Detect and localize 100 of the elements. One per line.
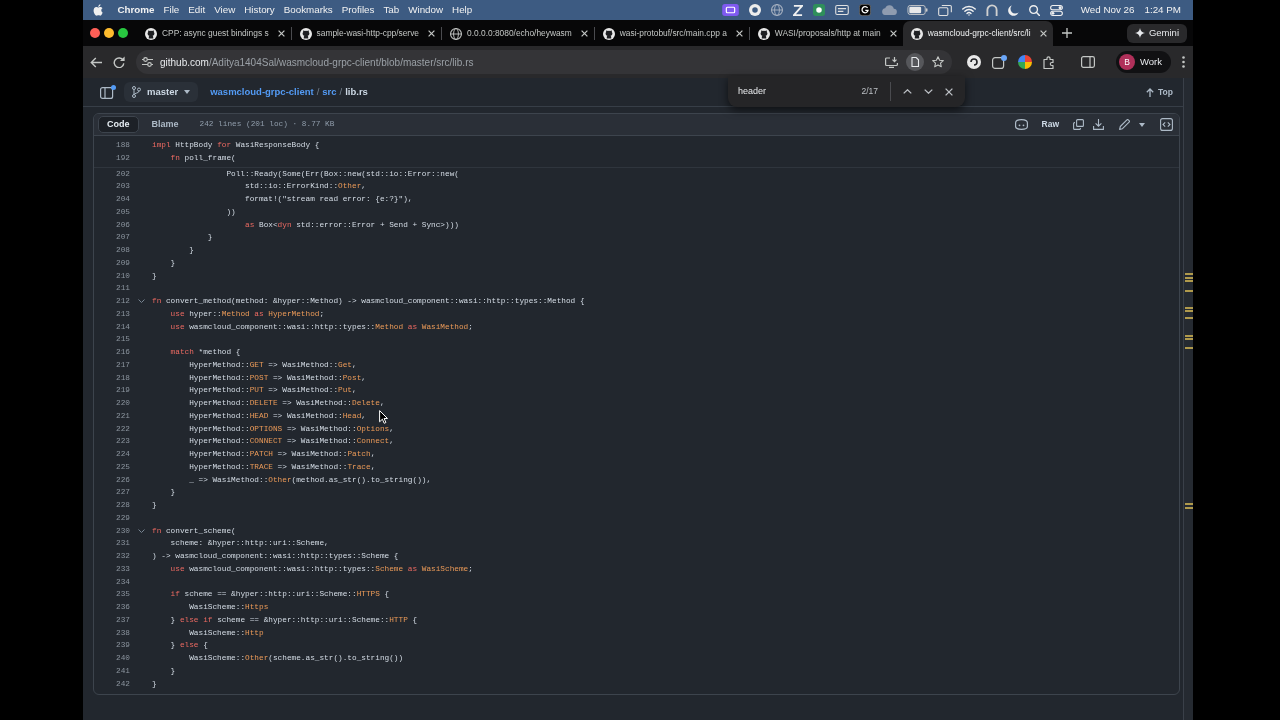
close-window-icon[interactable] <box>90 28 100 38</box>
download-icon[interactable] <box>1093 119 1104 130</box>
code-panel-icon[interactable] <box>1160 118 1173 131</box>
breadcrumb-separator: / <box>339 84 343 99</box>
caret-down-icon <box>184 90 191 94</box>
match-marker-icon <box>1185 503 1193 505</box>
menu-icon[interactable] <box>1182 56 1185 68</box>
branch-button[interactable]: master <box>124 82 199 102</box>
back-arrow-icon[interactable] <box>90 56 102 68</box>
match-count: 2/17 <box>861 85 878 98</box>
browser-tab[interactable]: sample-wasi-http-cpp/serve <box>291 21 441 46</box>
raw-button[interactable]: Raw <box>1036 116 1064 133</box>
ring-icon[interactable] <box>967 55 981 69</box>
favicon-icon <box>145 27 157 40</box>
close-icon[interactable] <box>277 30 285 37</box>
sidebar-icon[interactable] <box>100 85 116 99</box>
close-icon[interactable] <box>945 87 953 96</box>
app-menu[interactable]: Chrome <box>113 0 160 20</box>
install-icon[interactable] <box>885 56 898 68</box>
document-icon[interactable] <box>906 53 924 71</box>
color-wheel-icon[interactable] <box>1018 55 1032 69</box>
close-icon[interactable] <box>1039 30 1047 37</box>
arch-icon[interactable] <box>985 4 998 16</box>
cloud-icon[interactable] <box>880 5 897 15</box>
plus-icon[interactable] <box>1061 28 1072 38</box>
close-icon[interactable] <box>735 30 743 37</box>
caret-down-icon[interactable] <box>1139 122 1145 127</box>
breadcrumb-separator: / <box>316 84 320 99</box>
menu-item[interactable]: History <box>239 0 280 20</box>
window-icon[interactable] <box>834 5 849 15</box>
breadcrumb-link[interactable]: wasmcloud-grpc-client <box>210 84 314 100</box>
puzzle-icon[interactable] <box>1043 55 1056 69</box>
battery-icon[interactable] <box>906 5 928 15</box>
breadcrumb-link[interactable]: src <box>322 84 337 100</box>
file-name: lib.rs <box>345 84 368 99</box>
star-icon[interactable] <box>932 56 944 68</box>
close-icon[interactable] <box>580 30 588 37</box>
zigzag-icon[interactable] <box>792 4 803 16</box>
menu-item[interactable]: Edit <box>183 0 210 20</box>
reload-icon[interactable] <box>113 56 125 68</box>
windows-icon[interactable] <box>937 4 952 16</box>
sparkle-icon <box>1134 28 1145 38</box>
menu-item[interactable]: Bookmarks <box>279 0 338 20</box>
record-icon[interactable] <box>748 4 761 16</box>
badge-tile-icon[interactable] <box>992 55 1007 69</box>
toggles-icon[interactable] <box>1049 4 1063 16</box>
menu-item[interactable]: View <box>209 0 240 20</box>
chevron-up-icon[interactable] <box>903 89 912 94</box>
menu-item[interactable]: Help <box>447 0 477 20</box>
profile-button[interactable]: B Work <box>1116 51 1171 73</box>
favicon-icon <box>757 27 770 40</box>
match-marker-icon <box>1185 273 1193 275</box>
menu-item[interactable]: Window <box>403 0 448 20</box>
side-panel-icon[interactable] <box>1081 56 1095 68</box>
zoom-window-icon[interactable] <box>118 28 128 38</box>
match-marker-icon <box>1185 290 1193 292</box>
screen-share-icon[interactable] <box>721 4 739 16</box>
view-tab[interactable]: Code <box>98 116 139 133</box>
match-marker-icon <box>1185 507 1193 509</box>
gemini-button[interactable]: Gemini <box>1126 23 1187 43</box>
menu-item[interactable]: File <box>159 0 184 20</box>
match-marker-icon <box>1185 347 1193 349</box>
profile-avatar: B <box>1119 54 1135 70</box>
browser-tab[interactable]: 0.0.0.0:8080/echo/heywasm <box>442 21 594 46</box>
match-marker-icon <box>1185 317 1193 319</box>
apple-icon[interactable] <box>93 4 103 16</box>
favicon-icon <box>910 27 923 40</box>
close-icon[interactable] <box>428 30 435 37</box>
copilot-icon[interactable] <box>1014 119 1028 130</box>
browser-tab[interactable]: wasi-protobuf/src/main.cpp a <box>594 21 749 46</box>
find-field[interactable]: header <box>738 84 850 99</box>
arrow-up-icon <box>1146 87 1155 97</box>
globe-icon[interactable] <box>770 4 783 16</box>
address-bar[interactable]: github.com/Aditya1404Sal/wasmcloud-grpc-client/blob/master/src/lib.rs <box>136 50 952 74</box>
app-tile-icon[interactable] <box>812 4 825 16</box>
chevron-down-icon[interactable] <box>137 299 145 304</box>
clock-time: 1:24 PM <box>1144 2 1181 17</box>
clock-date: Wed Nov 26 <box>1080 2 1135 17</box>
moon-icon[interactable] <box>1007 4 1019 16</box>
browser-tab[interactable]: WASI/proposals/http at main <box>749 21 903 46</box>
close-icon[interactable] <box>889 30 897 37</box>
favicon-icon <box>602 27 615 40</box>
chevron-down-icon[interactable] <box>137 528 145 533</box>
pencil-icon[interactable] <box>1119 119 1130 130</box>
tune-icon[interactable] <box>142 57 153 67</box>
mouse-pointer-icon <box>379 410 388 424</box>
branch-icon <box>132 86 141 98</box>
wifi-icon[interactable] <box>961 4 976 16</box>
view-tab[interactable]: Blame <box>142 116 188 133</box>
menu-item[interactable]: Tab <box>378 0 404 20</box>
browser-tab[interactable]: wasmcloud-grpc-client/src/li <box>902 21 1053 46</box>
search-icon[interactable] <box>1028 4 1040 16</box>
copy-icon[interactable] <box>1073 119 1084 130</box>
menu-item[interactable]: Profiles <box>337 0 379 20</box>
tile-icon[interactable] <box>858 4 871 16</box>
globe-icon <box>450 27 462 40</box>
minimize-window-icon[interactable] <box>104 28 114 38</box>
chevron-down-icon[interactable] <box>924 89 933 94</box>
top-button[interactable]: Top <box>1146 85 1173 99</box>
browser-tab[interactable]: CPP: async guest bindings s <box>137 21 291 46</box>
